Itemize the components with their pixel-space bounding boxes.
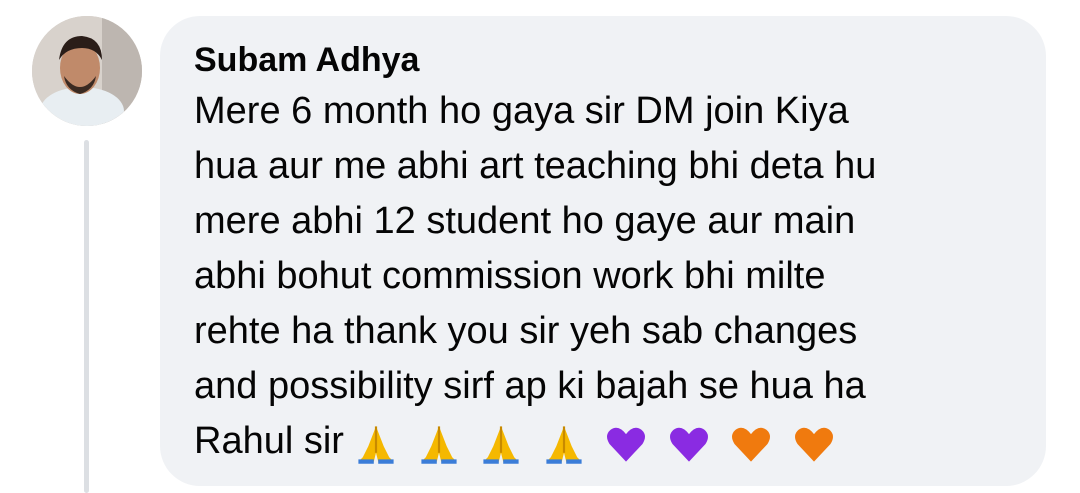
- folded-hands-icon: [358, 426, 394, 465]
- comment-text-line: abhi bohut commission work bhi milte: [194, 255, 826, 297]
- comment-text-line: hua aur me abhi art teaching bhi deta hu: [194, 145, 877, 187]
- orange-heart-icon: [794, 428, 833, 463]
- purple-heart-icon: [607, 428, 646, 463]
- comment-text-line: rehte ha thank you sir yeh sab changes: [194, 310, 858, 352]
- folded-hands-icon: [546, 426, 582, 465]
- orange-heart-icon: [732, 428, 771, 463]
- comment-bubble: Subam Adhya Mere 6 month ho gaya sir DM …: [160, 16, 1046, 486]
- comment-text-line: Rahul sir: [194, 420, 344, 462]
- comment-text: Mere 6 month ho gaya sir DM join Kiya hu…: [194, 84, 1016, 470]
- purple-heart-icon: [669, 428, 708, 463]
- comment-text-line: and possibility sirf ap ki bajah se hua …: [194, 365, 866, 407]
- avatar-photo: [32, 16, 142, 126]
- thread-line: [84, 140, 89, 493]
- comment-author[interactable]: Subam Adhya: [194, 40, 1016, 80]
- avatar[interactable]: [32, 16, 142, 126]
- folded-hands-icon: [483, 426, 519, 465]
- emoji-row: [354, 415, 844, 470]
- comment-text-last-line: Rahul sir: [194, 414, 1016, 470]
- comment-text-line: Mere 6 month ho gaya sir DM join Kiya: [194, 90, 849, 132]
- comment-text-line: mere abhi 12 student ho gaye aur main: [194, 200, 856, 242]
- folded-hands-icon: [420, 426, 457, 465]
